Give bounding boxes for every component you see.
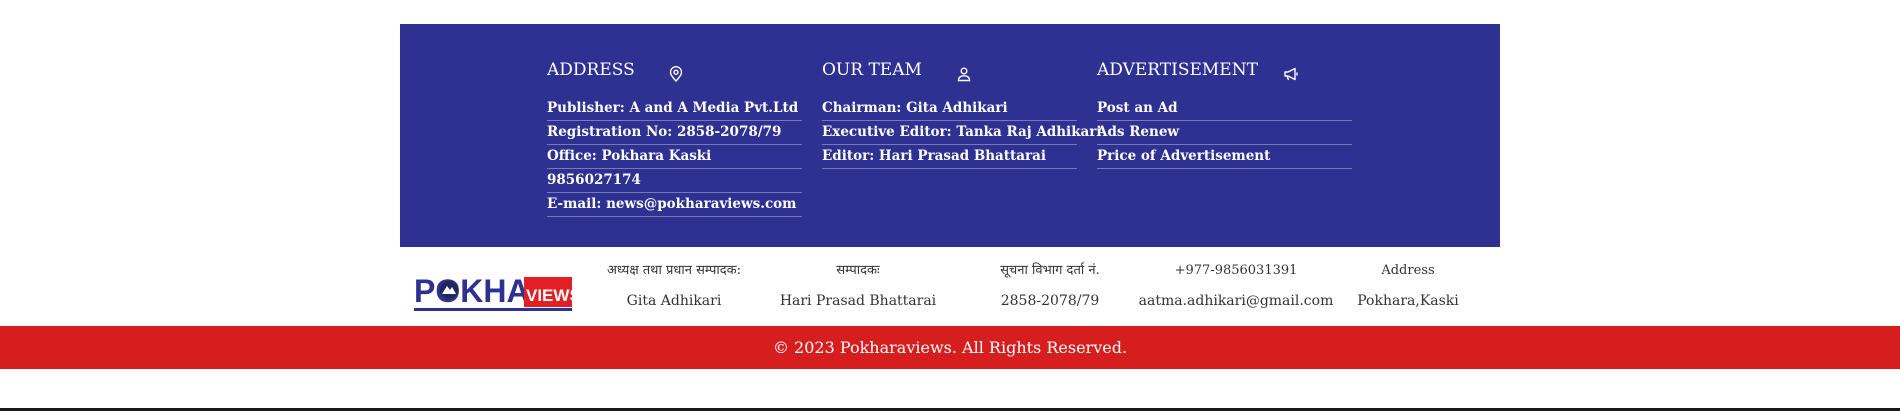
- ads-column: ADVERTISEMENT Post an Ad Ads Renew Price…: [1097, 58, 1352, 169]
- team-chairman: Chairman: Gita Adhikari: [822, 97, 1077, 121]
- ads-title: ADVERTISEMENT: [1097, 60, 1258, 80]
- team-column: OUR TEAM Chairman: Gita Adhikari Executi…: [822, 58, 1102, 169]
- info-editor-value: Hari Prasad Bhattarai: [779, 293, 937, 309]
- address-heading: ADDRESS: [547, 58, 802, 84]
- ads-list: Post an Ad Ads Renew Price of Advertisem…: [1097, 97, 1352, 169]
- info-editor-label: सम्पादकः: [836, 263, 880, 278]
- info-address: Address Pokhara,Kaski: [1348, 261, 1468, 311]
- address-publisher: Publisher: A and A Media Pvt.Ltd: [547, 97, 802, 121]
- copyright-text: © 2023 Pokharaviews. All Rights Reserved…: [772, 338, 1128, 357]
- info-chairman: अध्यक्ष तथा प्रधान सम्पादक: Gita Adhikar…: [594, 261, 754, 311]
- map-pin-icon: [668, 66, 684, 82]
- team-title: OUR TEAM: [822, 60, 922, 80]
- ads-renew-link[interactable]: Ads Renew: [1097, 121, 1352, 145]
- footer-main: ADDRESS Publisher: A and A Media Pvt.Ltd…: [400, 24, 1500, 247]
- info-registration-value: 2858-2078/79: [1000, 293, 1100, 309]
- team-editor: Editor: Hari Prasad Bhattarai: [822, 145, 1077, 169]
- info-registration-label: सूचना विभाग दर्ता नं.: [1000, 263, 1100, 278]
- info-chairman-value: Gita Adhikari: [626, 293, 722, 309]
- address-email-link[interactable]: E-mail: news@pokharaviews.com: [547, 193, 802, 217]
- address-column: ADDRESS Publisher: A and A Media Pvt.Ltd…: [547, 58, 802, 217]
- info-contact: +977-9856031391 aatma.adhikari@gmail.com: [1136, 261, 1336, 311]
- address-registration: Registration No: 2858-2078/79: [547, 121, 802, 145]
- logo-side-text: VIEWS: [526, 286, 572, 305]
- pokharaviews-logo[interactable]: POKHARA VIEWS: [414, 269, 581, 313]
- ads-post-link[interactable]: Post an Ad: [1097, 97, 1352, 121]
- logo-underline: [414, 308, 572, 311]
- team-list: Chairman: Gita Adhikari Executive Editor…: [822, 97, 1102, 169]
- team-executive-editor: Executive Editor: Tanka Raj Adhikari: [822, 121, 1102, 145]
- ads-heading: ADVERTISEMENT: [1097, 58, 1352, 84]
- info-email-link[interactable]: aatma.adhikari@gmail.com: [1136, 291, 1336, 311]
- megaphone-icon: [1283, 66, 1299, 82]
- info-editor: सम्पादकः Hari Prasad Bhattarai: [768, 261, 948, 311]
- copyright-bar: © 2023 Pokharaviews. All Rights Reserved…: [0, 326, 1900, 369]
- info-chairman-label: अध्यक्ष तथा प्रधान सम्पादक:: [606, 263, 742, 278]
- address-phone-link[interactable]: 9856027174: [547, 169, 802, 193]
- user-icon: [956, 66, 972, 82]
- info-registration: सूचना विभाग दर्ता नं. 2858-2078/79: [970, 261, 1130, 311]
- info-address-label: Address: [1381, 263, 1435, 278]
- info-address-value: Pokhara,Kaski: [1357, 293, 1459, 309]
- team-heading: OUR TEAM: [822, 58, 1077, 84]
- info-phone[interactable]: +977-9856031391: [1136, 261, 1336, 281]
- address-office: Office: Pokhara Kaski: [547, 145, 802, 169]
- address-title: ADDRESS: [547, 60, 635, 80]
- footer-info-strip: POKHARA VIEWS अध्यक्ष तथा प्रधान सम्पादक…: [400, 247, 1500, 326]
- address-list: Publisher: A and A Media Pvt.Ltd Registr…: [547, 97, 802, 217]
- ads-price-link[interactable]: Price of Advertisement: [1097, 145, 1352, 169]
